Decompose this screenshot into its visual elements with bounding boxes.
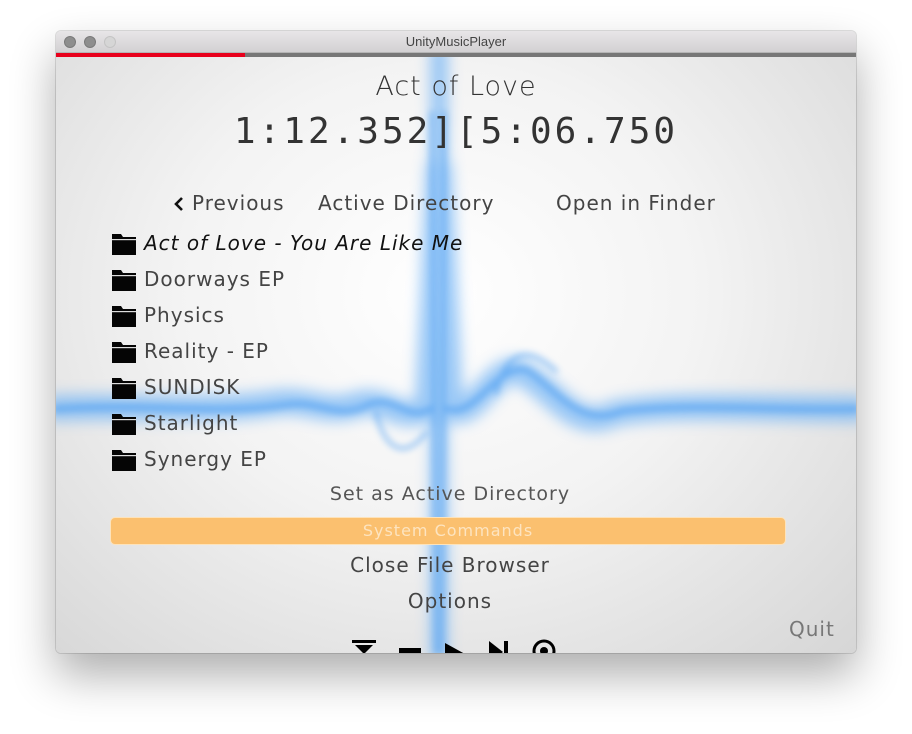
- folder-label: Synergy EP: [144, 447, 267, 471]
- folder-label: Starlight: [144, 411, 239, 435]
- playback-progress-fill: [56, 53, 245, 57]
- options-button[interactable]: Options: [56, 589, 844, 613]
- set-active-directory-button[interactable]: Set as Active Directory: [56, 483, 844, 505]
- chevron-left-icon: [174, 197, 183, 211]
- folder-label: Doorways EP: [144, 267, 286, 291]
- previous-button[interactable]: Previous: [174, 191, 285, 215]
- system-commands-button[interactable]: System Commands: [110, 517, 786, 545]
- quit-button[interactable]: Quit: [789, 617, 835, 641]
- folder-label: SUNDISK: [144, 375, 241, 399]
- skip-to-start-icon[interactable]: [351, 638, 377, 653]
- folder-label: Act of Love - You Are Like Me: [144, 231, 464, 255]
- playback-progress[interactable]: [56, 53, 856, 57]
- time-display: 1:12.352][5:06.750: [233, 111, 679, 152]
- folder-icon: [112, 234, 136, 255]
- window-title: UnityMusicPlayer: [405, 34, 507, 49]
- player-view: Act of Love 1:12.352][5:06.750 Previous …: [56, 53, 856, 653]
- repeat-icon[interactable]: [531, 638, 557, 653]
- close-file-browser-button[interactable]: Close File Browser: [56, 553, 844, 577]
- title-bar[interactable]: UnityMusicPlayer: [56, 31, 856, 53]
- folder-icon: [112, 342, 136, 363]
- track-title: Act of Love: [375, 71, 537, 102]
- play-icon[interactable]: [443, 638, 467, 653]
- folder-icon: [112, 270, 136, 291]
- open-in-finder-button[interactable]: Open in Finder: [556, 191, 716, 215]
- active-directory-button[interactable]: Active Directory: [318, 191, 494, 215]
- stop-icon[interactable]: [397, 638, 423, 653]
- playback-controls: [351, 638, 581, 653]
- next-icon[interactable]: [487, 638, 513, 653]
- folder-label: Reality - EP: [144, 339, 269, 363]
- folder-label: Physics: [144, 303, 225, 327]
- folder-icon: [112, 306, 136, 327]
- app-window: UnityMusicPlayer Act of Love 1:12.352][5…: [56, 31, 856, 653]
- folder-icon: [112, 414, 136, 435]
- folder-icon: [112, 378, 136, 399]
- folder-icon: [112, 450, 136, 471]
- previous-label: Previous: [192, 191, 285, 215]
